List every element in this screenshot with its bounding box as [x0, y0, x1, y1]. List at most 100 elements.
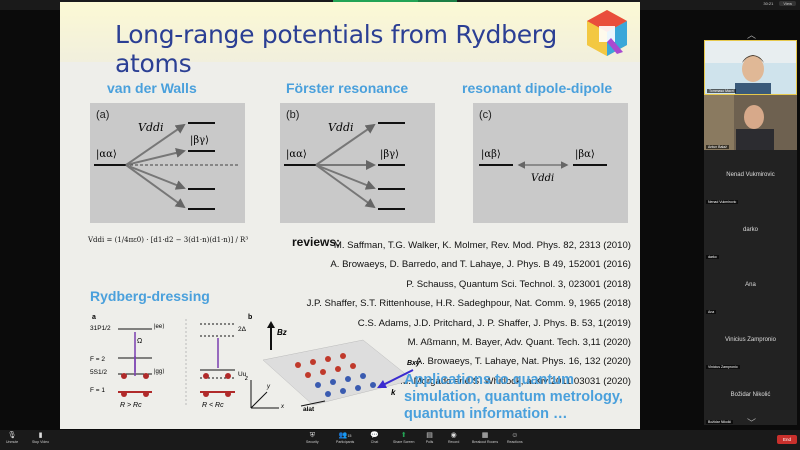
- section-rydberg-dressing: Rydberg-dressing: [90, 288, 210, 304]
- y-axis-label: y: [267, 384, 270, 390]
- participants-label: Participants: [336, 440, 355, 444]
- participant-name-tag: Božidar Nikolić: [706, 420, 734, 424]
- participant-tile[interactable]: Ana Ana: [704, 260, 797, 315]
- breakout-rooms-icon: ▦: [481, 432, 489, 439]
- section-van-der-waals: van der Walls: [107, 80, 197, 96]
- participant-tile[interactable]: Antun Balaž: [704, 95, 797, 150]
- participants-icon: 👥 15: [338, 432, 352, 439]
- omega-label: Ω: [137, 338, 143, 345]
- gallery-down-arrow[interactable]: ﹀: [747, 416, 756, 429]
- alat-label: alat: [303, 406, 315, 413]
- reference-item: P. Schauss, Quantum Sci. Technol. 3, 023…: [406, 278, 631, 290]
- ee-state: |ee⟩: [154, 324, 165, 330]
- participant-tile[interactable]: Vinicius Zampronio Vinicius Zampronio: [704, 315, 797, 370]
- participant-video: [704, 95, 797, 150]
- shield-icon: ⛨: [309, 432, 315, 439]
- bxy-label: Bxy: [407, 360, 420, 367]
- level-f1: F = 1: [90, 387, 105, 394]
- panel-c-dipole: (c) |αβ⟩ |βα⟩ Vddi: [473, 103, 628, 223]
- participant-name-tag: Antun Balaž: [706, 145, 729, 149]
- participant-name: darko: [742, 227, 758, 233]
- unmute-label: Unmute: [6, 440, 19, 444]
- z-axis-label: z: [245, 376, 248, 382]
- participant-name-tag: Ana: [706, 310, 717, 314]
- record-button[interactable]: ◉ Record: [448, 432, 459, 444]
- gg-state: |gg⟩: [154, 369, 165, 375]
- panel-a-coupling: Vddi: [138, 121, 164, 134]
- chat-label: Chat: [370, 440, 379, 444]
- panel-a-state-left: |αα⟩: [96, 149, 117, 160]
- participant-video: [705, 41, 796, 94]
- k-label: k: [391, 388, 396, 397]
- view-button[interactable]: View: [779, 1, 796, 6]
- video-camera-icon: ▮: [38, 432, 43, 439]
- participant-name: Božidar Nikolić: [730, 392, 771, 398]
- forster-level-diagram: [284, 122, 405, 210]
- dipole-level-diagram: [479, 161, 607, 169]
- panel-a-state-right: |βγ⟩: [190, 135, 210, 146]
- level-31p: 31P1/2: [90, 325, 111, 332]
- participant-name-tag: darko: [706, 255, 719, 259]
- panel-b-state-right: |βγ⟩: [380, 149, 400, 160]
- participant-tile[interactable]: Nenad Vukmirovic Nenad Vukmirovic: [704, 150, 797, 205]
- level-5s: 5S1/2: [90, 369, 107, 376]
- applications-text: Applications to quantum simulation, quan…: [404, 372, 623, 422]
- participant-tile-active-speaker[interactable]: Tommaso Macrì: [704, 40, 797, 95]
- cond-right: R < Rc: [202, 402, 224, 409]
- polls-button[interactable]: ▤ Polls: [425, 432, 434, 444]
- breakout-rooms-button[interactable]: ▦ Breakout Rooms: [472, 432, 498, 444]
- polls-label: Polls: [425, 440, 434, 444]
- panel-a-vdw: (a) |αα⟩ |βγ⟩ Vddi: [90, 103, 245, 223]
- section-resonant-dipole: resonant dipole-dipole: [462, 80, 613, 96]
- panel-c-coupling: Vddi: [531, 173, 555, 184]
- dressing-panel-a: a: [92, 314, 96, 321]
- reference-item: A. Browaeys, D. Barredo, and T. Lahaye, …: [330, 259, 631, 271]
- chat-button[interactable]: 💬 Chat: [370, 432, 379, 444]
- slide-title: Long-range potentials from Rydberg atoms: [115, 20, 557, 78]
- participant-tile[interactable]: darko darko: [704, 205, 797, 260]
- lattice-figure: Bz Bxy k alat x y z: [243, 320, 428, 415]
- level-f2: F = 2: [90, 356, 105, 363]
- record-icon: ◉: [450, 432, 457, 439]
- top-right-controls: 30:21 View: [763, 1, 796, 6]
- participant-name: Vinicius Zampronio: [725, 337, 776, 343]
- reactions-label: Reactions: [507, 440, 523, 444]
- stop-video-button[interactable]: ▮ Stop Video: [32, 432, 49, 444]
- record-label: Record: [448, 440, 460, 444]
- panel-b-forster: (b) |αα⟩ |βγ⟩ Vddi: [280, 103, 435, 223]
- end-meeting-button[interactable]: End: [777, 435, 797, 444]
- vdw-level-diagram: [94, 122, 240, 210]
- panel-b-state-left: |αα⟩: [286, 149, 307, 160]
- participant-name-tag: Nenad Vukmirovic: [706, 200, 739, 204]
- share-screen-label: Share Screen: [393, 440, 415, 444]
- stop-video-label: Stop Video: [32, 440, 50, 444]
- meeting-toolbar: 🎙 Unmute ▮ Stop Video ⛨ Security 👥 15 Par…: [0, 430, 800, 450]
- share-screen-icon: ⬆: [400, 432, 407, 439]
- panel-c-state-left: |αβ⟩: [481, 149, 501, 160]
- section-forster-resonance: Förster resonance: [286, 80, 409, 96]
- reactions-button[interactable]: ☺ Reactions: [507, 432, 523, 444]
- x-axis-label: x: [281, 404, 284, 410]
- reference-item: M. Saffman, T.G. Walker, K. Molmer, Rev.…: [333, 240, 631, 251]
- security-button[interactable]: ⛨ Security: [306, 432, 319, 444]
- microphone-muted-icon: 🎙: [7, 432, 17, 439]
- zoom-window: You are viewing Tommaso Macrì's screen V…: [0, 0, 800, 450]
- unmute-button[interactable]: 🎙 Unmute: [6, 432, 18, 444]
- participant-name-tag: Tommaso Macrì: [707, 89, 736, 93]
- participant-name-tag: Vinicius Zampronio: [706, 365, 740, 369]
- participants-button[interactable]: 👥 15 Participants: [336, 432, 354, 444]
- reference-item: J.P. Shaffer, S.T. Rittenhouse, H.R. Sad…: [306, 298, 631, 310]
- shared-slide: Long-range potentials from Rydberg atoms…: [60, 2, 640, 429]
- chat-bubble-icon: 💬: [370, 432, 379, 439]
- meeting-time: 30:21: [763, 1, 774, 6]
- panel-b-coupling: Vddi: [328, 121, 354, 134]
- share-screen-button[interactable]: ⬆ Share Screen: [393, 432, 414, 444]
- vddi-formula: Vddi = (1/4πε0) · [d1·d2 − 3(d1·n)(d1·n)…: [88, 236, 249, 244]
- participants-count: 15: [347, 434, 352, 438]
- reactions-smiley-icon: ☺: [511, 432, 519, 439]
- participant-name: Ana: [745, 282, 756, 288]
- bz-label: Bz: [277, 328, 287, 337]
- institution-logo: [587, 10, 627, 56]
- security-label: Security: [306, 440, 319, 444]
- polls-icon: ▤: [426, 432, 433, 439]
